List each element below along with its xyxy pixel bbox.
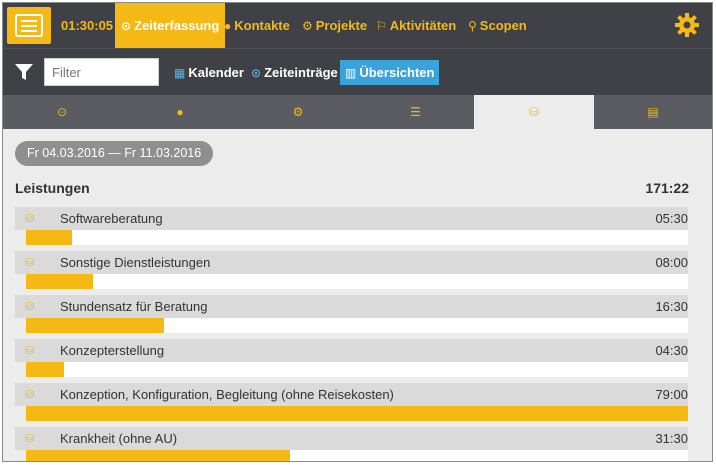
tab-kalender[interactable]: ▦ Kalender: [174, 60, 244, 85]
row-header: ⛁ Stundensatz für Beratung 16:30: [15, 295, 688, 318]
menu-icon: [15, 14, 43, 37]
row-header: ⛁ Konzeption, Konfiguration, Begleitung …: [15, 383, 688, 406]
service-label: Softwareberatung: [60, 211, 163, 226]
service-hours: 16:30: [655, 299, 688, 314]
progress-track: [26, 450, 688, 461]
list-item[interactable]: ⛁ Konzepterstellung 04:30: [15, 339, 688, 380]
service-label: Konzepterstellung: [60, 343, 165, 358]
coins-icon: ⛁: [25, 389, 35, 401]
progress-fill: [26, 318, 165, 333]
tab-zeiteintraege[interactable]: ⊙ Zeiteinträge: [251, 60, 338, 85]
tab-projekte[interactable]: ⚙ Projekte: [302, 3, 367, 48]
tab-uebersichten[interactable]: ▥ Übersichten: [340, 60, 440, 85]
tab-aktivitaeten[interactable]: ⚐ Aktivitäten: [376, 3, 456, 48]
cogs-icon: ⚙: [292, 105, 304, 119]
list-item[interactable]: ⛁ Konzeption, Konfiguration, Begleitung …: [15, 383, 688, 424]
tab-scopen[interactable]: ⚲ Scopen: [468, 3, 527, 48]
list-item[interactable]: ⛁ Krankheit (ohne AU) 31:30: [15, 427, 688, 461]
flag-icon: ⚐: [376, 19, 387, 33]
running-timer[interactable]: 01:30:05: [61, 18, 113, 33]
coins-icon: ⛁: [528, 105, 540, 119]
service-hours: 08:00: [655, 255, 688, 270]
row-header: ⛁ Softwareberatung 05:30: [15, 207, 688, 230]
progress-fill: [26, 450, 291, 461]
tab-label: Zeiterfassung: [134, 18, 220, 33]
tab-label: Übersichten: [359, 65, 435, 80]
coins-icon: ⛁: [25, 301, 35, 313]
tab-label: Aktivitäten: [389, 18, 457, 33]
progress-track: [26, 318, 688, 333]
tab-kontakte[interactable]: ● Kontakte: [224, 3, 290, 48]
overview-tab-activities[interactable]: ☰: [357, 95, 474, 129]
progress-fill: [26, 406, 688, 421]
tab-label: Scopen: [479, 18, 527, 33]
service-label: Sonstige Dienstleistungen: [60, 255, 211, 270]
tab-zeiterfassung[interactable]: ⊙ Zeiterfassung: [115, 3, 226, 48]
overview-tab-billing[interactable]: ▤: [594, 95, 712, 129]
list-item[interactable]: ⛁ Softwareberatung 05:30: [15, 207, 688, 248]
list-item[interactable]: ⛁ Sonstige Dienstleistungen 08:00: [15, 251, 688, 292]
tab-label: Projekte: [315, 18, 368, 33]
bar-chart-icon: ▥: [345, 66, 357, 80]
progress-fill: [26, 274, 93, 289]
coins-icon: ⛁: [25, 433, 35, 445]
row-header: ⛁ Konzepterstellung 04:30: [15, 339, 688, 362]
clock-icon: ⊙: [56, 105, 68, 119]
date-range-pill[interactable]: Fr 04.03.2016 — Fr 11.03.2016: [15, 141, 214, 166]
progress-fill: [26, 230, 73, 245]
clock-icon: ⊙: [251, 66, 262, 80]
overview-tab-contacts[interactable]: ●: [121, 95, 239, 129]
tab-label: Kontakte: [234, 18, 290, 33]
list-icon: ☰: [410, 105, 421, 119]
progress-track: [26, 406, 688, 421]
coins-icon: ⛁: [25, 345, 35, 357]
service-hours: 04:30: [655, 343, 688, 358]
top-navigation: 01:30:05 ⊙ Zeiterfassung ● Kontakte ⚙ Proje…: [3, 3, 712, 48]
progress-track: [26, 230, 688, 245]
progress-track: [26, 274, 688, 289]
tab-label: Zeiteinträge: [264, 65, 338, 80]
person-icon: ●: [224, 19, 232, 33]
cogs-icon: ⚙: [302, 19, 313, 33]
overview-tab-projects[interactable]: ⚙: [239, 95, 357, 129]
app-window: 01:30:05 ⊙ Zeiterfassung ● Kontakte ⚙ Proje…: [2, 2, 713, 462]
coins-icon: ⛁: [25, 257, 35, 269]
coins-icon: ⛁: [25, 213, 35, 225]
tab-label: Kalender: [188, 65, 244, 80]
services-overview: Fr 04.03.2016 — Fr 11.03.2016 Leistungen…: [3, 129, 712, 461]
service-label: Stundensatz für Beratung: [60, 299, 208, 314]
row-header: ⛁ Krankheit (ohne AU) 31:30: [15, 427, 688, 450]
gear-icon[interactable]: [674, 12, 700, 38]
service-hours: 31:30: [655, 431, 688, 446]
sub-toolbar: ▦Kalender ⊙Zeiteinträge ▥Übersichten: [3, 48, 712, 95]
person-icon: ●: [176, 105, 184, 119]
filter-icon[interactable]: [14, 62, 34, 82]
progress-fill: [26, 362, 64, 377]
clock-icon: ⊙: [121, 19, 132, 33]
card-icon: ▤: [647, 105, 659, 119]
list-item[interactable]: ⛁ Stundensatz für Beratung 16:30: [15, 295, 688, 336]
service-label: Krankheit (ohne AU): [60, 431, 178, 446]
overview-tabs: ⊙ ● ⚙ ☰ ⛁ ▤: [3, 95, 712, 129]
section-total: 171:22: [645, 180, 689, 196]
service-label: Konzeption, Konfiguration, Begleitung (o…: [60, 387, 394, 402]
service-hours: 79:00: [655, 387, 688, 402]
section-title: Leistungen: [15, 180, 90, 196]
progress-track: [26, 362, 688, 377]
search-icon: ⚲: [468, 19, 477, 33]
overview-tab-time[interactable]: ⊙: [3, 95, 121, 129]
app-menu-button[interactable]: [7, 7, 51, 44]
service-hours: 05:30: [655, 211, 688, 226]
row-header: ⛁ Sonstige Dienstleistungen 08:00: [15, 251, 688, 274]
overview-tab-services[interactable]: ⛁: [474, 95, 594, 129]
calendar-icon: ▦: [174, 66, 186, 80]
filter-input[interactable]: [44, 58, 159, 86]
